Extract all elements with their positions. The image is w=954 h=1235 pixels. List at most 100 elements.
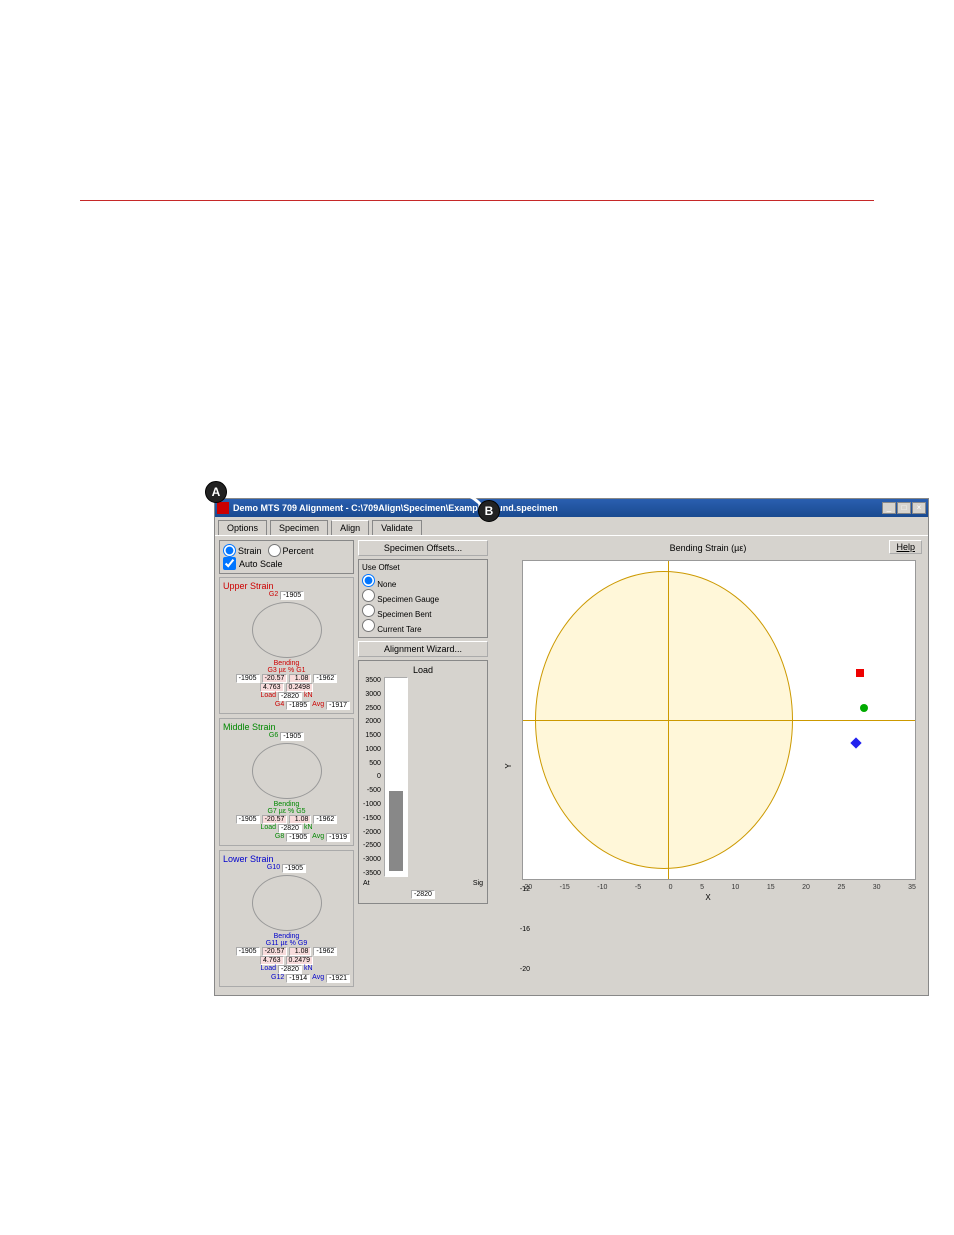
ls9: -1000: [363, 801, 381, 808]
load-meter: Load 3500 3000 2500 2000 1500 1000 500 0…: [358, 660, 488, 904]
g5-value: -1962: [313, 815, 337, 824]
chart-xticks: -20 -15 -10 -5 0 5 10 15 20 25 30 35: [522, 884, 916, 891]
uev-value: -20.57: [262, 674, 288, 683]
g10-label: G10: [267, 864, 280, 873]
g9-label: G9: [298, 940, 307, 947]
section-rule: [80, 200, 874, 201]
yt15: -12: [516, 886, 530, 893]
pctv-value: 1.08: [289, 674, 311, 683]
g7-value: -1905: [236, 815, 260, 824]
m-avg-label: Avg: [312, 833, 324, 842]
l-avg-value: -1921: [326, 974, 350, 983]
load-axis-left: At: [363, 880, 370, 887]
tab-options[interactable]: Options: [218, 520, 267, 535]
l-tiltpct-value: 0.2479: [286, 956, 313, 965]
yt19: -20: [516, 966, 530, 973]
m-ue-label: µε: [279, 808, 286, 815]
g4-label: G4: [275, 701, 284, 710]
middle-strain-block: Middle Strain G6-1905 Bending G7 µε % G5…: [219, 718, 354, 846]
radio-bent[interactable]: Specimen Bent: [362, 604, 484, 619]
g12-label: G12: [271, 974, 284, 983]
ls8: -500: [363, 787, 381, 794]
radio-none[interactable]: None: [362, 574, 484, 589]
chart-xlabel: X: [492, 893, 924, 902]
titlebar: Demo MTS 709 Alignment - C:\709Align\Spe…: [215, 499, 928, 517]
m-pct-label: %: [288, 808, 294, 815]
opt-tare-label: Current Tare: [377, 625, 421, 634]
g10-value: -1905: [282, 864, 306, 873]
app-icon: [217, 502, 229, 514]
radio-tare[interactable]: Current Tare: [362, 619, 484, 634]
l-load-value: -2820: [278, 965, 302, 974]
minimize-button[interactable]: _: [882, 502, 896, 514]
lower-strain-block: Lower Strain G10-1905 Bending G11 µε % G…: [219, 850, 354, 987]
middle-strain-title: Middle Strain: [223, 722, 350, 732]
point-middle: [860, 704, 868, 712]
m-pctv-value: 1.08: [289, 815, 311, 824]
m-uev-value: -20.57: [262, 815, 288, 824]
xt3: -5: [635, 884, 641, 891]
g6-value: -1905: [280, 732, 304, 741]
load-meter-title: Load: [363, 665, 483, 675]
maximize-button[interactable]: □: [897, 502, 911, 514]
yt17: -16: [516, 926, 530, 933]
load-track: [384, 677, 408, 877]
opt-none-label: None: [377, 580, 396, 589]
g9-value: -1962: [313, 947, 337, 956]
xt1: -15: [560, 884, 570, 891]
g2-label: G2: [269, 591, 278, 600]
l-load-label: Load: [260, 965, 276, 974]
point-upper: [856, 669, 864, 677]
chart-crosshair-h: [523, 720, 915, 721]
g2-value: -1905: [280, 591, 304, 600]
xt7: 15: [767, 884, 775, 891]
load-axis-right: Sig: [473, 880, 483, 887]
plot-options-group: Strain Percent Auto Scale: [219, 540, 354, 574]
g8-label: G8: [275, 833, 284, 842]
tab-specimen[interactable]: Specimen: [270, 520, 328, 535]
radio-percent[interactable]: Percent: [268, 544, 314, 557]
xt6: 10: [732, 884, 740, 891]
close-button[interactable]: ×: [912, 502, 926, 514]
window-title: Demo MTS 709 Alignment - C:\709Align\Spe…: [233, 503, 882, 513]
ls3: 2000: [363, 718, 381, 725]
middle-bending-label: Bending: [274, 801, 300, 808]
load-readout: -2820: [411, 890, 435, 899]
xt8: 20: [802, 884, 810, 891]
autoscale-checkbox[interactable]: Auto Scale: [223, 557, 350, 570]
l-uev-value: -20.57: [262, 947, 288, 956]
help-button[interactable]: Help: [889, 540, 922, 554]
ls13: -3000: [363, 856, 381, 863]
tab-row: Options Specimen Align Validate: [215, 517, 928, 536]
specimen-offsets-button[interactable]: Specimen Offsets...: [358, 540, 488, 556]
g11-value: -1905: [236, 947, 260, 956]
load-unit: kN: [304, 692, 313, 701]
ls14: -3500: [363, 870, 381, 877]
ue-label: µε: [279, 667, 286, 674]
tilt-value: 4.763: [260, 683, 284, 692]
tab-align[interactable]: Align: [331, 520, 369, 535]
m-avg-value: -1919: [326, 833, 350, 842]
radio-strain[interactable]: Strain: [223, 544, 262, 557]
ls12: -2500: [363, 842, 381, 849]
g6-label: G6: [269, 732, 278, 741]
ls2: 2500: [363, 705, 381, 712]
m-load-value: -2820: [278, 824, 302, 833]
radio-gauge[interactable]: Specimen Gauge: [362, 589, 484, 604]
xt4: 0: [669, 884, 673, 891]
opt-bent-label: Specimen Bent: [377, 610, 431, 619]
point-lower: [851, 737, 862, 748]
g1-label: G1: [296, 667, 305, 674]
g3-value: -1905: [236, 674, 260, 683]
avg-value: -1917: [326, 701, 350, 710]
l-tilt-value: 4.763: [260, 956, 284, 965]
tab-validate[interactable]: Validate: [372, 520, 422, 535]
l-pctv-value: 1.08: [289, 947, 311, 956]
g7-label: G7: [267, 808, 276, 815]
alignment-wizard-button[interactable]: Alignment Wizard...: [358, 641, 488, 657]
tiltpct-value: 0.2498: [286, 683, 313, 692]
g11-label: G11: [266, 940, 279, 947]
l-load-unit: kN: [304, 965, 313, 974]
ls4: 1500: [363, 732, 381, 739]
chart-title: Bending Strain (µε): [492, 540, 924, 556]
